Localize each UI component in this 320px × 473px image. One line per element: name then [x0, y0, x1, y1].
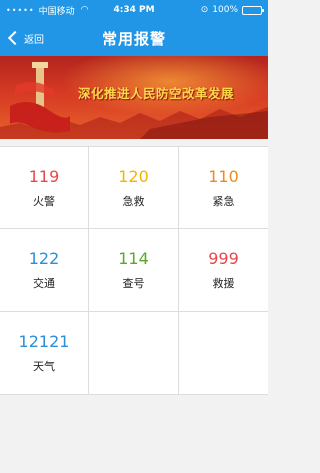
- hotline-cell[interactable]: 12121 天气: [0, 312, 89, 395]
- battery-percent: 100%: [212, 5, 238, 15]
- signal-strength-icon: •••••: [6, 5, 35, 15]
- banner-image: 深化推进人民防空改革发展: [0, 56, 268, 139]
- hotline-label: 救援: [212, 277, 235, 290]
- wifi-icon: ◠: [80, 5, 89, 15]
- banner-slogan: 深化推进人民防空改革发展: [78, 86, 235, 101]
- hotline-number: 110: [208, 166, 239, 186]
- hotline-number: 999: [208, 249, 239, 268]
- hotline-cell[interactable]: 110 紧急: [179, 147, 268, 229]
- hotline-grid: 119 火警 120 急救 110 紧急 122 交通 114 查号 999 救援 12121 天气: [0, 146, 268, 395]
- hotline-label: 火警: [33, 194, 55, 208]
- nav-bar: 返回 常用报警: [0, 20, 268, 56]
- back-label: 返回: [24, 34, 44, 46]
- hotline-label: 查号: [122, 277, 145, 290]
- hotline-number: 119: [28, 166, 60, 186]
- battery-icon: [242, 5, 264, 15]
- hotline-cell[interactable]: 999 救援: [179, 229, 268, 312]
- carrier-label: 中国移动: [38, 6, 75, 17]
- monument-illustration: [10, 62, 70, 133]
- hotline-number: 12121: [18, 332, 70, 351]
- hotline-cell[interactable]: 114 查号: [89, 229, 179, 312]
- empty-cell: [89, 312, 179, 395]
- hotline-number: 114: [118, 249, 149, 268]
- back-button[interactable]: 返回: [6, 20, 44, 56]
- hotline-number: 122: [28, 249, 60, 268]
- hotline-label: 天气: [33, 360, 55, 373]
- hotline-label: 紧急: [212, 194, 235, 208]
- hotline-number: 120: [118, 166, 149, 186]
- hotline-label: 交通: [33, 277, 55, 290]
- hotline-label: 急救: [122, 194, 145, 208]
- orientation-lock-icon: ⊙: [200, 5, 209, 15]
- hotline-cell[interactable]: 119 火警: [0, 147, 89, 229]
- chevron-left-icon: [7, 30, 23, 46]
- hotline-cell[interactable]: 122 交通: [0, 229, 89, 312]
- empty-cell: [179, 312, 268, 395]
- hotline-cell[interactable]: 120 急救: [89, 147, 179, 229]
- status-bar: ••••• 中国移动 ◠ 4:34 PM ⊙ 100%: [0, 0, 268, 20]
